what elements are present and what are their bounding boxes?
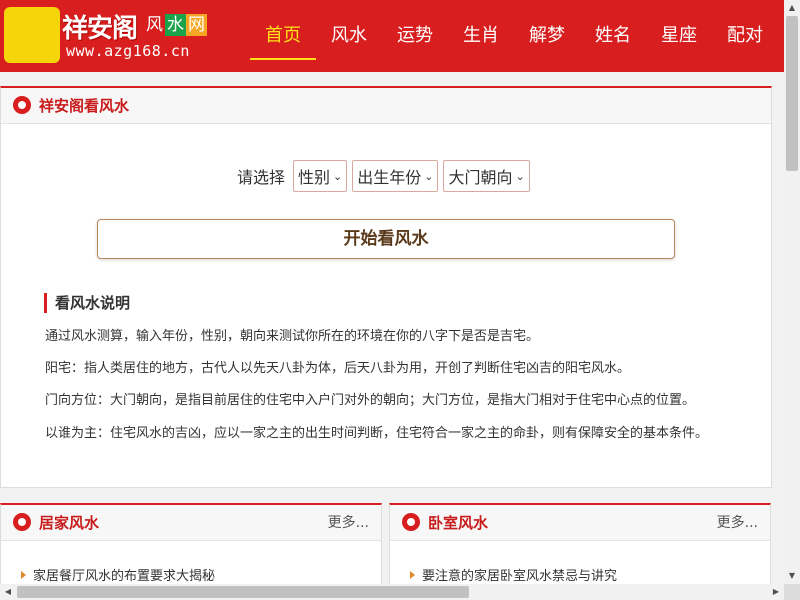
scrollbar-corner [784,584,800,600]
nav-item-home[interactable]: 首页 [250,0,316,72]
logo-icon[interactable] [4,7,60,63]
gender-select[interactable]: 性别 ⌄ [293,160,348,192]
list-item[interactable]: 要注意的家居卧室风水禁忌与讲究 [410,565,617,584]
home-fengshui-panel: 居家风水 更多... 家居餐厅风水的布置要求大揭秘 [0,503,382,584]
nav-item-zodiac[interactable]: 生肖 [448,0,514,72]
chevron-down-icon: ⌄ [515,169,525,183]
nav-item-name[interactable]: 姓名 [580,0,646,72]
nav-item-constellation[interactable]: 星座 [646,0,712,72]
logo-url: www.azg168.cn [66,42,190,60]
scroll-down-icon[interactable]: ▼ [784,568,800,584]
triangle-bullet-icon [21,570,26,579]
birth-year-select[interactable]: 出生年份 ⌄ [352,160,439,192]
more-link[interactable]: 更多... [717,505,758,541]
panel-bullet-icon [13,513,31,531]
panel-title: 居家风水 [39,514,100,532]
logo-chars: 风 水 网 [144,14,207,36]
nav-item-fortune[interactable]: 运势 [382,0,448,72]
form-label: 请选择 [237,168,286,187]
list-item[interactable]: 家居餐厅风水的布置要求大揭秘 [21,565,215,584]
panel-bullet-icon [402,513,420,531]
logo-char-wang: 网 [186,14,207,36]
description-title: 看风水说明 [44,293,130,313]
selection-form: 请选择 性别 ⌄ 出生年份 ⌄ 大门朝向 ⌄ [237,160,535,192]
panel-header: 祥安阁看风水 [1,88,771,124]
vertical-scrollbar[interactable]: ▲ ▼ [784,0,800,584]
description-paragraph: 门向方位：大门朝向，是指目前居住的住宅中入户门对外的朝向；大门方位，是指大门相对… [45,393,696,408]
description-paragraph: 阳宅：指人类居住的地方，古代人以先天八卦为体，后天八卦为用，开创了判断住宅凶吉的… [45,361,631,376]
panel-header: 卧室风水 更多... [390,505,770,541]
site-header: 祥安阁 风 水 网 www.azg168.cn 首页 风水 运势 生肖 解梦 姓… [0,0,784,72]
description-paragraph: 以谁为主：住宅风水的吉凶，应以一家之主的出生时间判断，住宅符合一家之主的命卦，则… [45,426,709,441]
chevron-down-icon: ⌄ [333,169,343,183]
page-viewport: 祥安阁 风 水 网 www.azg168.cn 首页 风水 运势 生肖 解梦 姓… [0,0,784,584]
chevron-down-icon: ⌄ [424,169,434,183]
gender-select-value: 性别 [298,168,331,187]
list-item-label: 家居餐厅风水的布置要求大揭秘 [33,569,216,584]
panel-bullet-icon [13,96,31,114]
logo-char-feng: 风 [146,15,163,35]
panel-header: 居家风水 更多... [1,505,381,541]
horizontal-scrollbar[interactable]: ◀ ▶ [0,584,784,600]
logo-brand[interactable]: 祥安阁 [62,8,138,45]
panel-title: 祥安阁看风水 [39,97,130,115]
panel-title: 卧室风水 [428,514,489,532]
nav-item-match[interactable]: 配对 [712,0,778,72]
main-nav: 首页 风水 运势 生肖 解梦 姓名 星座 配对 [250,0,778,72]
bedroom-fengshui-panel: 卧室风水 更多... 要注意的家居卧室风水禁忌与讲究 [389,503,771,584]
vertical-scroll-thumb[interactable] [786,16,798,171]
description-paragraph: 通过风水测算，输入年份，性别，朝向来测试你所在的环境在你的八字下是否是吉宅。 [45,329,540,344]
scroll-up-icon[interactable]: ▲ [784,0,800,16]
scroll-left-icon[interactable]: ◀ [0,584,16,600]
nav-item-fengshui[interactable]: 风水 [316,0,382,72]
logo-char-shui: 水 [165,14,186,36]
scroll-right-icon[interactable]: ▶ [768,584,784,600]
list-item-label: 要注意的家居卧室风水禁忌与讲究 [422,569,618,584]
fengshui-tool-panel: 祥安阁看风水 请选择 性别 ⌄ 出生年份 ⌄ 大门朝向 ⌄ 开始看风水 看风水说… [0,86,772,488]
triangle-bullet-icon [410,570,415,579]
door-direction-select[interactable]: 大门朝向 ⌄ [443,160,530,192]
start-fengshui-button[interactable]: 开始看风水 [97,219,675,259]
door-direction-select-value: 大门朝向 [448,168,513,187]
nav-item-dream[interactable]: 解梦 [514,0,580,72]
horizontal-scroll-thumb[interactable] [17,586,469,598]
birth-year-select-value: 出生年份 [357,168,422,187]
more-link[interactable]: 更多... [328,505,369,541]
